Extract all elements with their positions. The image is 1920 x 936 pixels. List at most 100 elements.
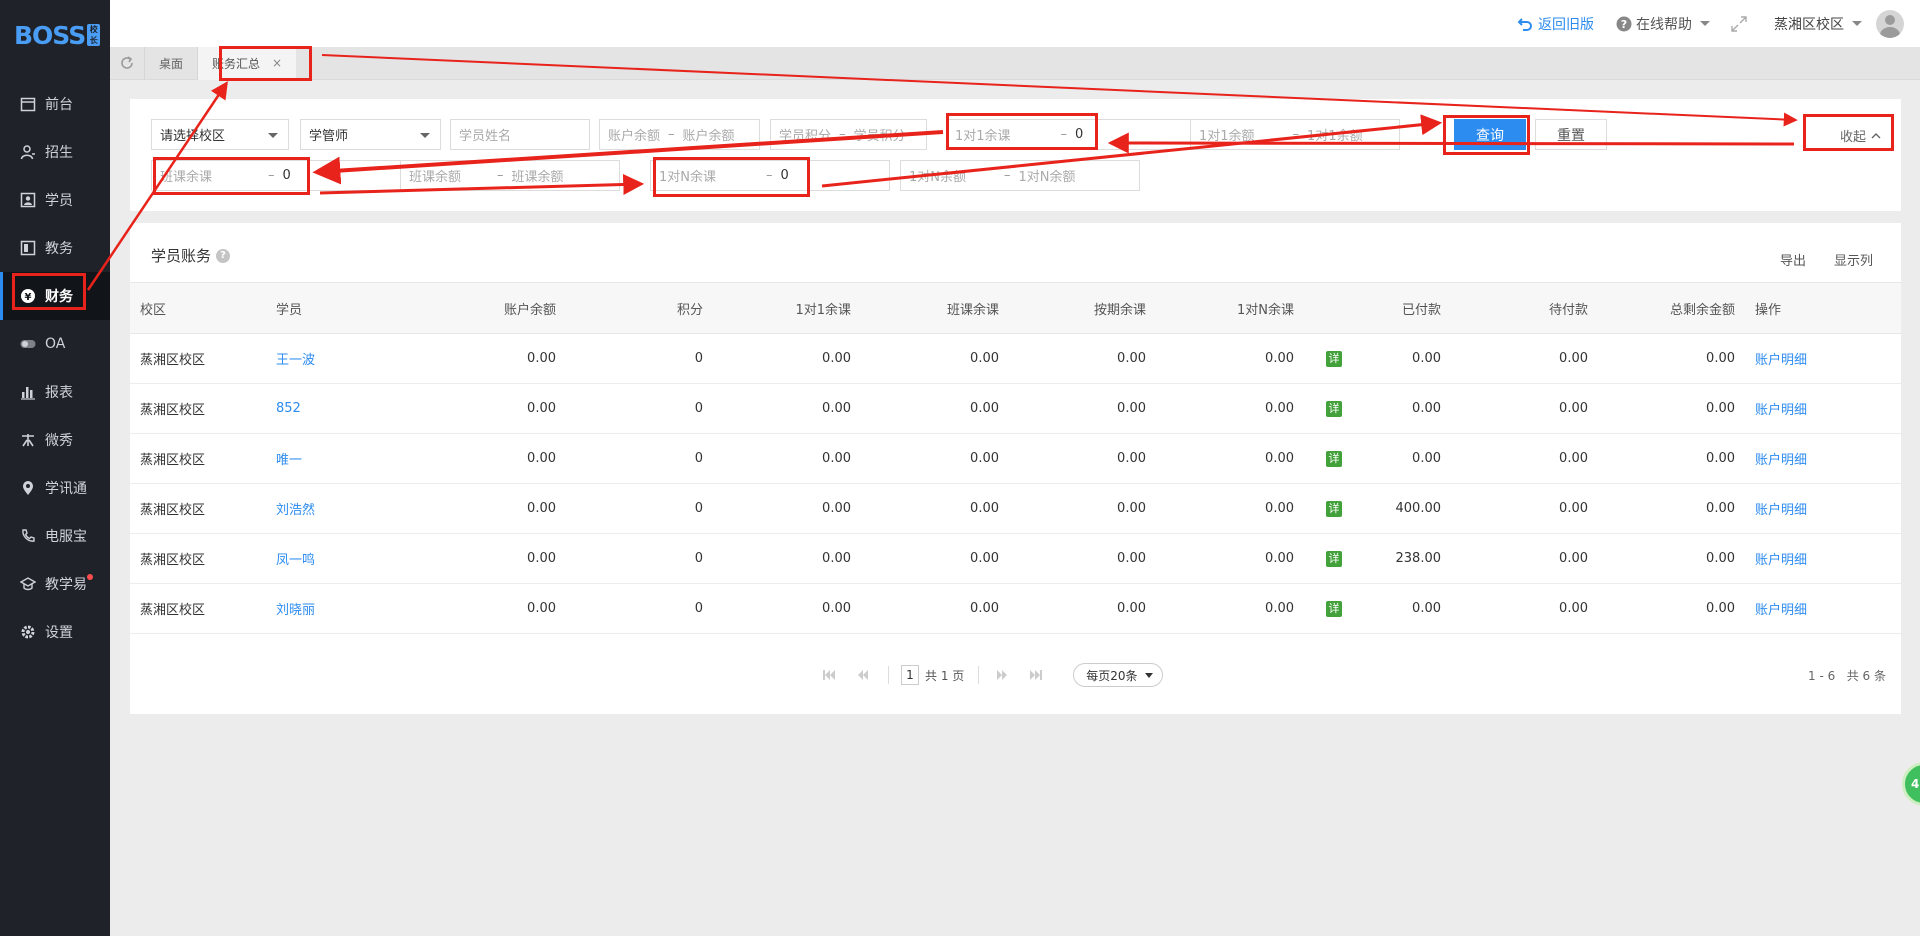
sidebar-item-weixiu[interactable]: 微秀 [0, 416, 110, 464]
one-to-n-amount-max-placeholder: 1对N余额 [1018, 170, 1076, 185]
detail-badge[interactable]: 详 [1326, 400, 1342, 417]
account-detail-link[interactable]: 账户明细 [1745, 433, 1901, 484]
sidebar-item-students[interactable]: 学员 [0, 176, 110, 224]
student-name-input[interactable]: 学员姓名 [450, 119, 590, 150]
one-to-n-lessons-value: 0 [780, 168, 789, 183]
one-to-one-amount-range[interactable]: 1对1余额 – 1对1余额 [1190, 119, 1400, 150]
top-header: 返回旧版 ? 在线帮助 蒸湘区校区 [110, 0, 1920, 47]
account-detail-link[interactable]: 账户明细 [1745, 383, 1901, 434]
toggle-icon [20, 336, 36, 352]
detail-badge[interactable]: 详 [1326, 550, 1342, 567]
cell-student-link[interactable]: 唯一 [266, 433, 396, 484]
tab-desktop[interactable]: 桌面 [144, 46, 197, 80]
cell-class: 0.00 [861, 533, 1009, 584]
col-pending: 待付款 [1451, 282, 1598, 334]
cell-student-link[interactable]: 凤一鸣 [266, 533, 396, 584]
online-help-menu[interactable]: ? 在线帮助 [1616, 14, 1710, 34]
reset-button[interactable]: 重置 [1535, 119, 1607, 150]
cell-remaining: 0.00 [1598, 483, 1745, 534]
balance-range-input[interactable]: 账户余额 – 账户余额 [599, 119, 760, 150]
col-one-to-one: 1对1余课 [713, 282, 861, 334]
account-detail-link[interactable]: 账户明细 [1745, 483, 1901, 534]
back-old-version-link[interactable]: 返回旧版 [1517, 14, 1594, 34]
detail-badge[interactable]: 详 [1326, 600, 1342, 617]
cell-pending: 0.00 [1451, 333, 1598, 384]
floating-assistant-ball[interactable]: 42 [1902, 762, 1920, 806]
sidebar-item-label: 设置 [45, 625, 73, 641]
cell-points: 0 [566, 483, 713, 534]
manager-select[interactable]: 学管师 [300, 119, 441, 150]
detail-badge[interactable]: 详 [1326, 500, 1342, 517]
sidebar-item-dianfubao[interactable]: 电服宝 [0, 512, 110, 560]
export-button[interactable]: 导出 [1780, 250, 1806, 269]
account-detail-link[interactable]: 账户明细 [1745, 583, 1901, 634]
query-button[interactable]: 查询 [1454, 119, 1526, 150]
sidebar-item-frontdesk[interactable]: 前台 [0, 80, 110, 128]
last-page-icon[interactable] [1025, 664, 1047, 686]
close-icon[interactable]: × [272, 56, 282, 70]
sidebar-item-jiaoxueyi[interactable]: 教学易 [0, 560, 110, 608]
online-help-label: 在线帮助 [1636, 16, 1692, 33]
detail-badge[interactable]: 详 [1326, 350, 1342, 367]
class-amount-range[interactable]: 班课余额 – 班课余额 [400, 160, 620, 191]
sidebar-item-reports[interactable]: 报表 [0, 368, 110, 416]
undo-icon [1517, 16, 1533, 32]
cell-student-link[interactable]: 王一波 [266, 333, 396, 384]
range-dash: – [766, 168, 773, 183]
cell-term: 0.00 [1009, 383, 1156, 434]
account-detail-link[interactable]: 账户明细 [1745, 333, 1901, 384]
cell-student-link[interactable]: 刘浩然 [266, 483, 396, 534]
cell-remaining: 0.00 [1598, 583, 1745, 634]
cell-paid: 0.00 [1364, 333, 1451, 384]
cell-campus: 蒸湘区校区 [130, 483, 266, 534]
tab-account-summary-label: 账务汇总 [212, 56, 261, 71]
cell-student-link[interactable]: 852 [266, 383, 396, 434]
cell-term: 0.00 [1009, 583, 1156, 634]
teach-icon [20, 576, 36, 592]
campus-switcher[interactable]: 蒸湘区校区 [1774, 14, 1862, 34]
help-icon[interactable]: ? [216, 248, 231, 263]
sidebar-item-xuexuntong[interactable]: 学讯通 [0, 464, 110, 512]
prev-page-icon[interactable] [852, 664, 874, 686]
cell-points: 0 [566, 583, 713, 634]
first-page-icon[interactable] [818, 664, 840, 686]
cell-class: 0.00 [861, 433, 1009, 484]
one-to-one-lessons-range[interactable]: 1对1余课 – 0 [946, 119, 1222, 150]
sidebar-item-settings[interactable]: 设置 [0, 608, 110, 656]
next-page-icon[interactable] [991, 664, 1013, 686]
fullscreen-icon[interactable] [1730, 15, 1748, 33]
col-paid: 已付款 [1364, 282, 1451, 334]
collapse-toggle[interactable]: 收起 [1840, 126, 1881, 145]
refresh-icon[interactable] [110, 55, 144, 71]
cell-points: 0 [566, 333, 713, 384]
cell-balance: 0.00 [396, 333, 566, 384]
campus-select[interactable]: 请选择校区 [151, 119, 289, 150]
cell-campus: 蒸湘区校区 [130, 333, 266, 384]
sidebar-item-oa[interactable]: OA [0, 320, 110, 368]
one-to-n-amount-range[interactable]: 1对N余额 – 1对N余额 [900, 160, 1140, 191]
points-range-input[interactable]: 学员积分 – 学员积分 [770, 119, 927, 150]
campus-label: 蒸湘区校区 [1774, 16, 1844, 33]
avatar[interactable] [1876, 9, 1904, 38]
sidebar-item-label: 微秀 [45, 433, 73, 449]
account-detail-link[interactable]: 账户明细 [1745, 533, 1901, 584]
cell-student-link[interactable]: 刘晓丽 [266, 583, 396, 634]
sidebar-item-finance[interactable]: ¥ 财务 [0, 272, 110, 320]
sidebar-item-enroll[interactable]: 招生 [0, 128, 110, 176]
page-size-select[interactable]: 每页20条 [1073, 663, 1163, 687]
cell-one-to-one: 0.00 [713, 483, 861, 534]
detail-badge[interactable]: 详 [1326, 450, 1342, 467]
one-to-n-lessons-range[interactable]: 1对N余课 – 0 [650, 160, 890, 191]
page-number-input[interactable]: 1 [901, 665, 919, 685]
tab-account-summary[interactable]: 账务汇总 × [197, 46, 297, 80]
columns-toggle-button[interactable]: 显示列 [1834, 250, 1873, 269]
bar-chart-icon [20, 384, 36, 400]
range-dash: – [268, 168, 275, 183]
logo[interactable]: BOSS 校长 [0, 0, 110, 70]
cell-detail: 详 [1304, 583, 1364, 634]
tab-bar: 桌面 账务汇总 × [110, 46, 1920, 80]
chevron-down-icon [1700, 21, 1710, 26]
cell-one-to-one: 0.00 [713, 333, 861, 384]
sidebar-item-academic[interactable]: 教务 [0, 224, 110, 272]
points-max-placeholder: 学员积分 [853, 129, 906, 144]
